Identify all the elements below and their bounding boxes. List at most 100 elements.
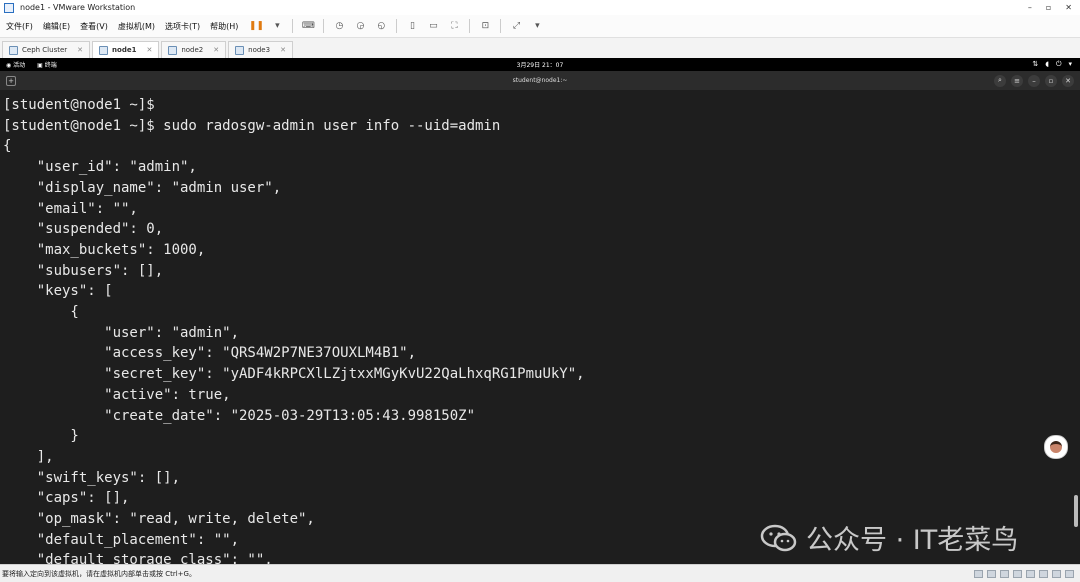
toolbar-divider (292, 19, 294, 33)
search-icon[interactable]: ⌕ (994, 74, 1006, 87)
terminal-line: [student@node1 ~]$ sudo radosgw-admin us… (3, 117, 501, 134)
terminal-line: "access_key": "QRS4W2P7NE37OUXLM4B1", (3, 345, 417, 362)
terminal-line: "default_storage_class": "", (3, 552, 273, 564)
menu-bar: 文件(F) 编辑(E) 查看(V) 虚拟机(M) 选项卡(T) 帮助(H) ❚❚… (0, 15, 1080, 38)
activities-button[interactable]: ◉ 活动 (6, 60, 25, 69)
minimize-icon[interactable]: – (1028, 74, 1040, 87)
toolbar-divider (323, 19, 325, 33)
terminal-line: "swift_keys": [], (3, 469, 181, 486)
printer-icon[interactable] (1052, 569, 1061, 578)
close-icon[interactable]: ✕ (1062, 74, 1074, 87)
terminal-scrollbar[interactable] (1074, 495, 1078, 527)
terminal-app-label: 终端 (44, 62, 57, 69)
tab-ceph-cluster[interactable]: Ceph Cluster ✕ (2, 41, 91, 58)
close-tab-icon[interactable]: ✕ (280, 46, 286, 54)
menu-file[interactable]: 文件(F) (6, 21, 33, 32)
terminal-app-menu[interactable]: ▣ 终端 (37, 60, 57, 69)
terminal-line: { (3, 304, 79, 321)
menu-edit[interactable]: 编辑(E) (43, 21, 70, 32)
revert-snapshot-icon[interactable]: ◶ (354, 20, 366, 32)
close-tab-icon[interactable]: ✕ (77, 46, 83, 54)
power-icon: ⏻ (1055, 60, 1062, 68)
vm-icon (168, 45, 178, 55)
guest-clock: 3月29日 21：07 (516, 62, 564, 69)
activities-label: 活动 (13, 62, 26, 69)
terminal-line: "user_id": "admin", (3, 159, 197, 176)
tab-node3[interactable]: node3 ✕ (228, 41, 293, 58)
toolbar-divider (500, 19, 502, 33)
terminal-title: student@node1:~ (512, 77, 568, 84)
terminal-line: "create_date": "2025-03-29T13:05:43.9981… (3, 407, 476, 424)
volume-icon: ◖ (1045, 60, 1049, 68)
terminal-text: [student@node1 ~]$ [student@node1 ~]$ su… (0, 90, 1080, 564)
terminal-line: { (3, 138, 12, 155)
tab-label: node3 (248, 46, 271, 54)
minimize-button[interactable]: – (1028, 3, 1032, 12)
stretch-dropdown-icon[interactable]: ▾ (531, 20, 543, 32)
console-view-icon[interactable]: ⊡ (479, 20, 491, 32)
terminal-line: "active": true, (3, 386, 231, 403)
terminal-line: "user": "admin", (3, 324, 240, 341)
snapshot-icon[interactable]: ◷ (333, 20, 345, 32)
sound-icon[interactable] (1026, 569, 1035, 578)
terminal-line: "suspended": 0, (3, 221, 164, 238)
maximize-icon[interactable]: ▫ (1045, 74, 1057, 87)
maximize-button[interactable]: ▫ (1046, 3, 1051, 12)
terminal-line: "op_mask": "read, write, delete", (3, 511, 315, 528)
terminal-line: "caps": [], (3, 490, 130, 507)
network-adapter-icon[interactable] (1000, 569, 1009, 578)
vm-folder-icon (9, 45, 18, 55)
terminal-line: ], (3, 448, 54, 465)
dropdown-chevron-icon[interactable]: ▾ (271, 20, 283, 32)
terminal-line: "display_name": "admin user", (3, 179, 282, 196)
close-tab-icon[interactable]: ✕ (146, 46, 152, 54)
menu-view[interactable]: 查看(V) (80, 21, 108, 32)
hard-disk-icon[interactable] (974, 569, 983, 578)
window-controls: – ▫ ✕ (1028, 3, 1072, 12)
toolbar-divider (396, 19, 398, 33)
terminal-output[interactable]: [student@node1 ~]$ [student@node1 ~]$ su… (0, 90, 1080, 564)
vm-icon (235, 45, 245, 55)
avatar-face-icon (1050, 441, 1062, 453)
vm-icon (99, 45, 109, 55)
usb-icon[interactable] (1013, 569, 1022, 578)
vm-tab-strip: Ceph Cluster ✕ node1 ✕ node2 ✕ node3 ✕ (0, 38, 1080, 59)
system-tray[interactable]: ⇅ ◖ ⏻ ▾ (1032, 60, 1072, 69)
pause-icon[interactable]: ❚❚ (249, 20, 264, 32)
terminal-line: "email": "", (3, 200, 138, 217)
display-icon[interactable] (1039, 569, 1048, 578)
terminal-line: [student@node1 ~]$ (3, 97, 155, 113)
snapshot-manager-icon[interactable]: ◵ (375, 20, 387, 32)
terminal-line: "max_buckets": 1000, (3, 241, 206, 258)
window-titlebar: node1 - VMware Workstation – ▫ ✕ (0, 0, 1080, 15)
wechat-icon (760, 524, 797, 551)
window-title: node1 - VMware Workstation (20, 3, 136, 12)
toolbar: ❚❚ ▾ ⌨ ◷ ◶ ◵ ▯ ▭ ⛶ ⊡ ⤢ ▾ (249, 19, 543, 33)
network-icon: ⇅ (1032, 60, 1039, 68)
tab-label: node2 (181, 46, 204, 54)
cd-dvd-icon[interactable] (987, 569, 996, 578)
menu-icon[interactable]: ≡ (1011, 74, 1023, 87)
vmware-app-icon (4, 2, 14, 13)
stretch-guest-icon[interactable]: ⤢ (510, 20, 522, 32)
tab-node1[interactable]: node1 ✕ (92, 41, 160, 58)
send-ctrl-alt-del-icon[interactable]: ⌨ (302, 20, 315, 32)
terminal-line: } (3, 428, 79, 445)
show-library-icon[interactable]: ▯ (406, 20, 418, 32)
menu-tabs[interactable]: 选项卡(T) (165, 21, 200, 32)
tab-label: node1 (112, 46, 137, 54)
terminal-line: "keys": [ (3, 283, 113, 300)
menu-vm[interactable]: 虚拟机(M) (118, 21, 155, 32)
tab-label: Ceph Cluster (22, 46, 68, 54)
tab-node2[interactable]: node2 ✕ (161, 41, 227, 58)
chevron-down-icon: ▾ (1068, 60, 1072, 68)
thumbnail-view-icon[interactable]: ▭ (427, 20, 439, 32)
close-window-button[interactable]: ✕ (1065, 3, 1072, 12)
message-log-icon[interactable] (1065, 569, 1074, 578)
full-screen-icon[interactable]: ⛶ (448, 20, 460, 32)
menu-help[interactable]: 帮助(H) (210, 21, 238, 32)
new-tab-icon[interactable]: + (6, 75, 16, 86)
close-tab-icon[interactable]: ✕ (213, 46, 219, 54)
avatar (1044, 435, 1068, 459)
toolbar-divider (469, 19, 471, 33)
